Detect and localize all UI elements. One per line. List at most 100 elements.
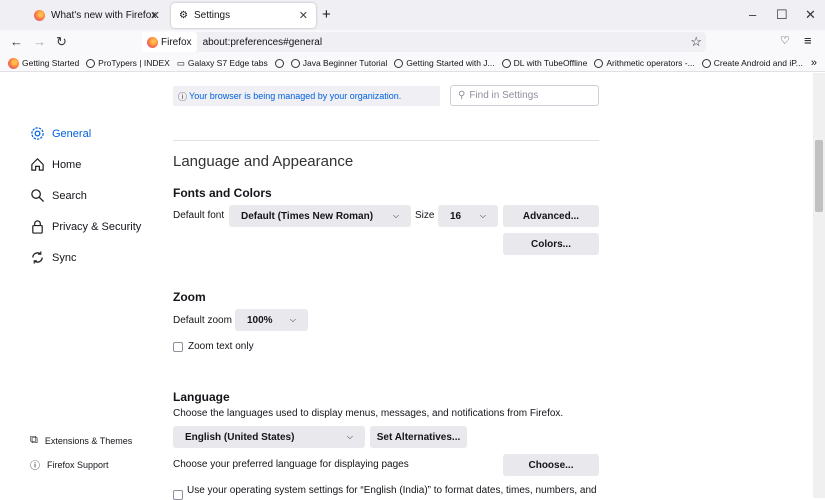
globe-icon (274, 58, 284, 68)
firefox-icon (34, 10, 45, 21)
back-button[interactable]: ← (10, 34, 23, 49)
default-zoom-select[interactable]: 100% ⌵ (235, 309, 308, 331)
sidebar-item-label: Home (52, 158, 82, 171)
url-text[interactable]: about:preferences#general (203, 37, 323, 48)
sidebar-firefox-support[interactable]: ⓘ Firefox Support (30, 457, 109, 473)
sidebar-item-general[interactable]: General (30, 126, 91, 141)
folder-icon: ▭ (176, 57, 185, 68)
sidebar-item-label: Sync (52, 251, 77, 264)
bookmark-label: Arithmetic operators -... (606, 58, 695, 68)
scrollbar[interactable] (813, 73, 825, 498)
close-tab-icon[interactable]: ✕ (151, 9, 160, 22)
sidebar-item-home[interactable]: Home (30, 157, 81, 172)
bookmark-label: Java Beginner Tutorial (302, 58, 388, 68)
new-tab-button[interactable]: + (322, 6, 331, 23)
select-value: English (United States) (185, 431, 295, 443)
globe-icon (501, 58, 511, 68)
globe-icon (701, 58, 711, 68)
sidebar-item-sync[interactable]: Sync (30, 250, 76, 265)
checkbox[interactable] (173, 341, 183, 352)
globe-icon (394, 58, 404, 68)
colors-button[interactable]: Colors... (503, 233, 599, 255)
bookmark-star-icon[interactable]: ☆ (690, 34, 702, 50)
tab-title: Settings (193, 10, 231, 21)
default-zoom-label: Default zoom (173, 315, 232, 326)
language-heading: Language (173, 390, 230, 404)
bookmark-item[interactable]: Create Android and iP... (701, 58, 803, 68)
firefox-icon (8, 57, 19, 69)
select-value: 16 (450, 210, 462, 222)
close-window-button[interactable]: ✕ (805, 7, 816, 23)
home-icon (31, 158, 44, 171)
set-alternatives-button[interactable]: Set Alternatives... (370, 426, 467, 448)
select-value: 100% (247, 314, 273, 326)
reload-button[interactable]: ↻ (56, 34, 67, 50)
language-select[interactable]: English (United States) ⌵ (173, 426, 365, 448)
sidebar-item-label: Privacy & Security (52, 220, 142, 233)
font-size-select[interactable]: 16 ⌵ (438, 205, 498, 227)
forward-button[interactable]: → (33, 34, 46, 49)
checkbox[interactable] (173, 490, 183, 500)
language-description: Choose the languages used to display men… (173, 408, 564, 419)
sidebar-item-search[interactable]: Search (30, 188, 87, 203)
bookmark-item[interactable]: Arithmetic operators -... (594, 58, 695, 68)
bookmark-label: ProTypers | INDEX (98, 58, 170, 68)
sidebar-extensions-themes[interactable]: ⧉ Extensions & Themes (30, 434, 132, 447)
bookmarks-overflow-icon[interactable]: » (811, 57, 817, 69)
info-icon: ⓘ (178, 91, 188, 102)
bookmark-item[interactable]: ProTypers | INDEX (86, 58, 170, 68)
tab-whats-new[interactable]: What's new with Firefox ✕ (26, 3, 168, 28)
tab-title: What's new with Firefox (51, 10, 157, 21)
puzzle-icon: ⧉ (30, 434, 38, 446)
minimize-button[interactable]: – (749, 7, 756, 22)
choose-language-button[interactable]: Choose... (503, 454, 599, 476)
bookmark-label: DL with TubeOffline (513, 58, 588, 68)
select-value: Default (Times New Roman) (241, 210, 374, 222)
scrollbar-thumb[interactable] (815, 140, 823, 212)
globe-icon (86, 58, 96, 68)
menu-icon[interactable]: ≡ (804, 33, 812, 48)
close-tab-icon[interactable]: ✕ (299, 9, 308, 22)
advanced-button[interactable]: Advanced... (503, 205, 599, 227)
tab-settings[interactable]: ⚙ Settings ✕ (171, 3, 316, 28)
bookmark-item[interactable] (274, 58, 284, 68)
managed-notice[interactable]: ⓘ Your browser is being managed by your … (173, 86, 440, 106)
lock-icon (32, 220, 43, 234)
bookmark-item[interactable]: Getting Started (8, 57, 80, 69)
zoom-heading: Zoom (173, 290, 206, 304)
managed-notice-text[interactable]: Your browser is being managed by your or… (189, 91, 401, 101)
section-title: Language and Appearance (173, 153, 354, 170)
search-icon: ⚲ (458, 90, 466, 101)
fonts-heading: Fonts and Colors (173, 186, 272, 200)
chevron-down-icon: ⌵ (479, 211, 486, 220)
chevron-down-icon: ⌵ (392, 211, 399, 220)
bookmark-item[interactable]: Getting Started with J... (394, 58, 495, 68)
bookmark-item[interactable]: Java Beginner Tutorial (290, 58, 388, 68)
pocket-icon[interactable]: ♡ (780, 34, 790, 47)
search-placeholder: Find in Settings (469, 90, 539, 101)
bookmark-label: Getting Started (22, 58, 80, 68)
settings-page: General Home Search Privacy & Security S… (0, 73, 813, 500)
url-bar[interactable]: Firefox about:preferences#general ☆ (142, 32, 706, 52)
sidebar-item-privacy[interactable]: Privacy & Security (30, 219, 141, 234)
size-label: Size (415, 210, 435, 221)
maximize-button[interactable]: ☐ (776, 7, 788, 23)
bookmark-item[interactable]: DL with TubeOffline (501, 58, 588, 68)
default-font-label: Default font (173, 210, 225, 221)
bookmark-label: Create Android and iP... (713, 58, 803, 68)
bookmark-folder[interactable]: ▭ Galaxy S7 Edge tabs (177, 58, 268, 69)
gear-icon: ⚙ (179, 10, 188, 21)
identity-label: Firefox (161, 36, 192, 48)
zoom-text-only-checkbox[interactable]: Zoom text only (173, 341, 254, 352)
identity-box[interactable]: Firefox (142, 32, 197, 52)
globe-icon (290, 58, 300, 68)
default-font-select[interactable]: Default (Times New Roman) ⌵ (229, 205, 411, 227)
help-icon: ⓘ (30, 461, 40, 472)
gear-icon (31, 127, 44, 140)
chevron-down-icon: ⌵ (346, 432, 353, 441)
search-settings-input[interactable]: ⚲ Find in Settings (450, 85, 599, 106)
search-icon (31, 189, 45, 203)
sidebar-item-label: Firefox Support (47, 459, 109, 470)
sidebar-item-label: Extensions & Themes (44, 435, 133, 446)
page-language-label: Choose your preferred language for displ… (173, 459, 409, 470)
